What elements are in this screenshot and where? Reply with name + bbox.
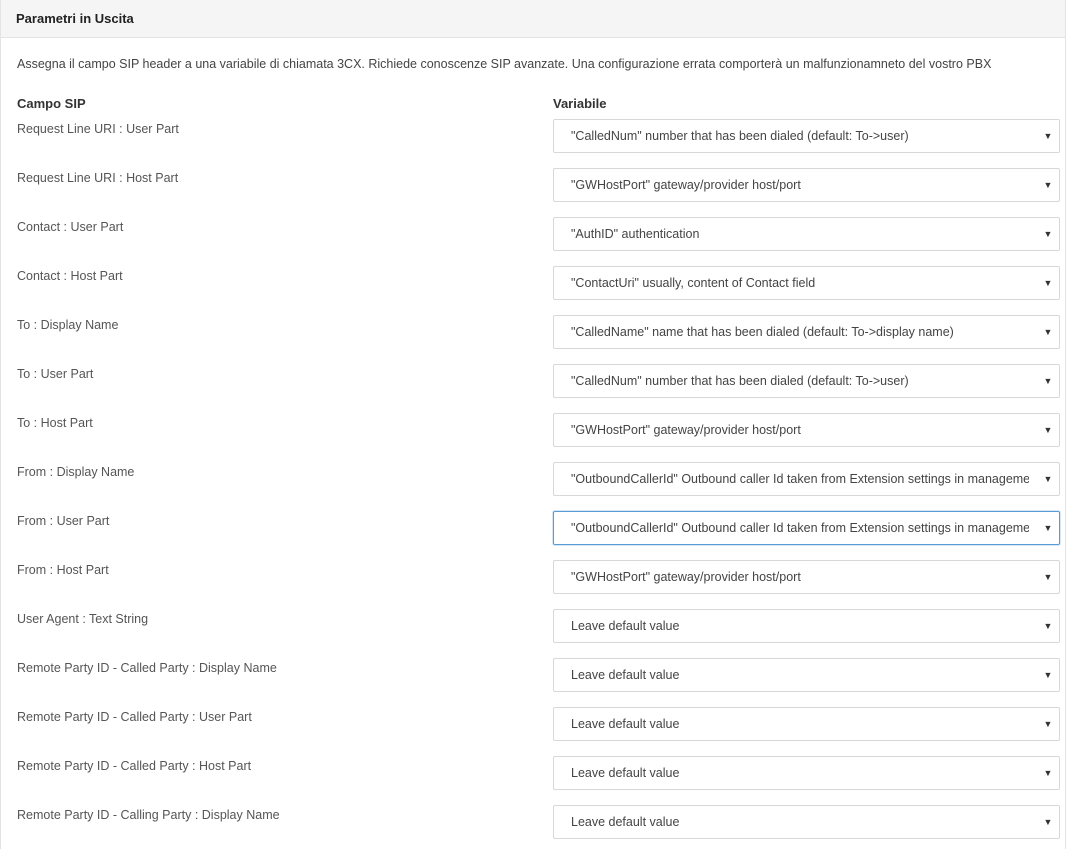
variable-select-value: "AuthID" authentication bbox=[571, 227, 700, 241]
mapping-row: To : Host Part "GWHostPort" gateway/provi… bbox=[1, 413, 1067, 462]
variable-select[interactable]: "GWHostPort" gateway/provider host/port ▼ bbox=[553, 413, 1060, 447]
variable-select[interactable]: "GWHostPort" gateway/provider host/port ▼ bbox=[553, 560, 1060, 594]
variable-select[interactable]: "GWHostPort" gateway/provider host/port ▼ bbox=[553, 168, 1060, 202]
variable-select-value: "OutboundCallerId" Outbound caller Id ta… bbox=[571, 472, 1029, 486]
caret-down-icon: ▼ bbox=[1043, 719, 1053, 729]
variable-select[interactable]: Leave default value ▼ bbox=[553, 707, 1060, 741]
caret-down-icon: ▼ bbox=[1043, 376, 1053, 386]
mapping-row: Remote Party ID - Called Party : User Pa… bbox=[1, 707, 1067, 756]
caret-down-icon: ▼ bbox=[1043, 817, 1053, 827]
caret-down-icon: ▼ bbox=[1043, 278, 1053, 288]
sip-field-label: From : Display Name bbox=[17, 465, 135, 479]
panel-title: Parametri in Uscita bbox=[1, 0, 1065, 38]
column-header-variable: Variabile bbox=[553, 96, 607, 111]
sip-field-label: Request Line URI : Host Part bbox=[17, 171, 179, 185]
mapping-row: Remote Party ID - Called Party : Display… bbox=[1, 658, 1067, 707]
variable-select-value: "GWHostPort" gateway/provider host/port bbox=[571, 423, 801, 437]
variable-select[interactable]: "OutboundCallerId" Outbound caller Id ta… bbox=[553, 462, 1060, 496]
sip-field-label: Remote Party ID - Calling Party : Displa… bbox=[17, 808, 280, 822]
sip-field-label: Remote Party ID - Called Party : Display… bbox=[17, 661, 277, 675]
sip-field-label: Contact : User Part bbox=[17, 220, 124, 234]
caret-down-icon: ▼ bbox=[1043, 474, 1053, 484]
mapping-row: User Agent : Text String Leave default va… bbox=[1, 609, 1067, 658]
caret-down-icon: ▼ bbox=[1043, 229, 1053, 239]
sip-field-label: Remote Party ID - Called Party : User Pa… bbox=[17, 710, 252, 724]
variable-select[interactable]: "CalledName" name that has been dialed (… bbox=[553, 315, 1060, 349]
mapping-row: From : User Part "OutboundCallerId" Outbo… bbox=[1, 511, 1067, 560]
variable-select[interactable]: Leave default value ▼ bbox=[553, 805, 1060, 839]
sip-field-label: To : User Part bbox=[17, 367, 94, 381]
mapping-row: From : Display Name "OutboundCallerId" Ou… bbox=[1, 462, 1067, 511]
variable-select[interactable]: Leave default value ▼ bbox=[553, 756, 1060, 790]
variable-select[interactable]: "ContactUri" usually, content of Contact… bbox=[553, 266, 1060, 300]
variable-select-value: "GWHostPort" gateway/provider host/port bbox=[571, 178, 801, 192]
mapping-row: To : User Part "CalledNum" number that ha… bbox=[1, 364, 1067, 413]
variable-select-value: "CalledName" name that has been dialed (… bbox=[571, 325, 954, 339]
mapping-row: From : Host Part "GWHostPort" gateway/pro… bbox=[1, 560, 1067, 609]
caret-down-icon: ▼ bbox=[1043, 131, 1053, 141]
variable-select[interactable]: Leave default value ▼ bbox=[553, 609, 1060, 643]
sip-field-label: Contact : Host Part bbox=[17, 269, 123, 283]
variable-select-value: Leave default value bbox=[571, 668, 680, 682]
caret-down-icon: ▼ bbox=[1043, 621, 1053, 631]
sip-field-label: To : Display Name bbox=[17, 318, 119, 332]
variable-select-value: "GWHostPort" gateway/provider host/port bbox=[571, 570, 801, 584]
variable-select-value: Leave default value bbox=[571, 717, 680, 731]
outbound-parameters-panel: Parametri in Uscita Assegna il campo SIP… bbox=[0, 0, 1066, 849]
sip-field-label: Request Line URI : User Part bbox=[17, 122, 179, 136]
caret-down-icon: ▼ bbox=[1043, 327, 1053, 337]
sip-field-mapping-list: Request Line URI : User Part "CalledNum" … bbox=[1, 119, 1067, 854]
panel-description: Assegna il campo SIP header a una variab… bbox=[17, 57, 992, 71]
variable-select[interactable]: "OutboundCallerId" Outbound caller Id ta… bbox=[553, 511, 1060, 545]
caret-down-icon: ▼ bbox=[1043, 768, 1053, 778]
caret-down-icon: ▼ bbox=[1043, 523, 1053, 533]
caret-down-icon: ▼ bbox=[1043, 670, 1053, 680]
mapping-row: Remote Party ID - Called Party : Host Pa… bbox=[1, 756, 1067, 805]
variable-select-value: "CalledNum" number that has been dialed … bbox=[571, 129, 909, 143]
variable-select-value: Leave default value bbox=[571, 619, 680, 633]
mapping-row: Request Line URI : User Part "CalledNum" … bbox=[1, 119, 1067, 168]
sip-field-label: User Agent : Text String bbox=[17, 612, 149, 626]
caret-down-icon: ▼ bbox=[1043, 425, 1053, 435]
sip-field-label: Remote Party ID - Called Party : Host Pa… bbox=[17, 759, 252, 773]
column-header-sip-field: Campo SIP bbox=[17, 96, 86, 111]
sip-field-label: From : Host Part bbox=[17, 563, 109, 577]
mapping-row: Request Line URI : Host Part "GWHostPort"… bbox=[1, 168, 1067, 217]
caret-down-icon: ▼ bbox=[1043, 572, 1053, 582]
mapping-row: Remote Party ID - Calling Party : Displa… bbox=[1, 805, 1067, 854]
variable-select[interactable]: "CalledNum" number that has been dialed … bbox=[553, 364, 1060, 398]
variable-select-value: Leave default value bbox=[571, 766, 680, 780]
mapping-row: To : Display Name "CalledName" name that … bbox=[1, 315, 1067, 364]
mapping-row: Contact : Host Part "ContactUri" usually,… bbox=[1, 266, 1067, 315]
variable-select-value: Leave default value bbox=[571, 815, 680, 829]
variable-select[interactable]: "AuthID" authentication ▼ bbox=[553, 217, 1060, 251]
variable-select-value: "CalledNum" number that has been dialed … bbox=[571, 374, 909, 388]
mapping-row: Contact : User Part "AuthID" authenticati… bbox=[1, 217, 1067, 266]
sip-field-label: To : Host Part bbox=[17, 416, 93, 430]
variable-select-value: "ContactUri" usually, content of Contact… bbox=[571, 276, 816, 290]
variable-select[interactable]: Leave default value ▼ bbox=[553, 658, 1060, 692]
sip-field-label: From : User Part bbox=[17, 514, 110, 528]
variable-select[interactable]: "CalledNum" number that has been dialed … bbox=[553, 119, 1060, 153]
caret-down-icon: ▼ bbox=[1043, 180, 1053, 190]
variable-select-value: "OutboundCallerId" Outbound caller Id ta… bbox=[571, 521, 1029, 535]
